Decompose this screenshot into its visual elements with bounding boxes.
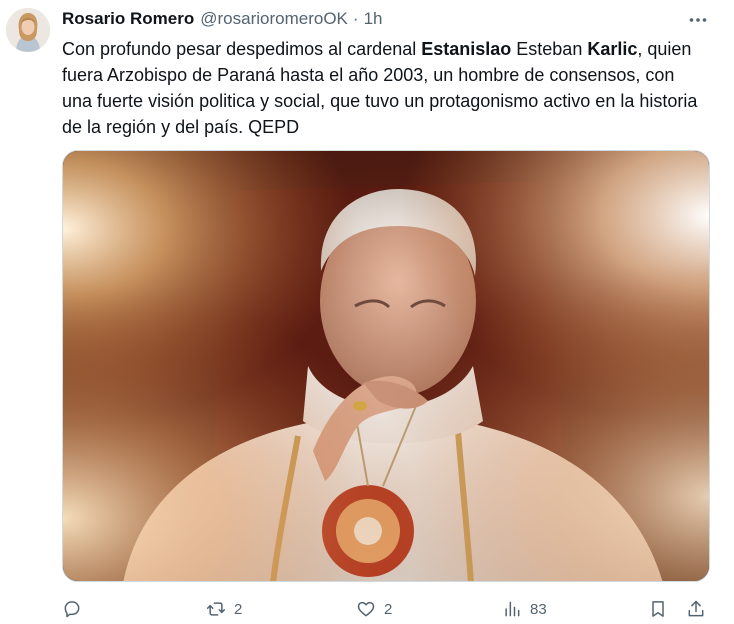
- tweet-text-part: Con profundo pesar despedimos al cardena…: [62, 39, 422, 59]
- bookmark-icon: [652, 601, 664, 617]
- tweet-media-image[interactable]: [62, 150, 710, 582]
- more-horizontal-icon[interactable]: [686, 8, 710, 32]
- views-button[interactable]: 83: [502, 594, 547, 624]
- tweet-text-bold: Karlic: [587, 39, 638, 59]
- share-icon: [688, 600, 704, 617]
- reply-icon: [64, 601, 80, 618]
- retweet-count: 2: [234, 600, 243, 618]
- retweet-button[interactable]: 2: [206, 594, 242, 624]
- views-chart-icon: [505, 601, 520, 617]
- like-count: 2: [384, 600, 393, 618]
- separator-dot: ·: [352, 9, 359, 28]
- heart-icon: [357, 601, 375, 617]
- views-count: 83: [530, 600, 547, 618]
- tweet-header: Rosario Romero @rosarioromeroOK · 1h: [62, 8, 714, 30]
- tweet-text: Con profundo pesar despedimos al cardena…: [62, 36, 702, 140]
- avatar[interactable]: [6, 8, 50, 52]
- share-button[interactable]: [686, 594, 706, 624]
- tweet-time[interactable]: 1h: [364, 9, 383, 29]
- bookmark-button[interactable]: [648, 594, 668, 624]
- author-handle[interactable]: @rosarioromeroOK: [200, 9, 348, 29]
- cardinal-portrait-photo: [63, 151, 709, 581]
- retweet-icon: [206, 602, 226, 616]
- author-name[interactable]: Rosario Romero: [62, 9, 194, 29]
- tweet-card[interactable]: Rosario Romero @rosarioromeroOK · 1h Con…: [0, 0, 734, 624]
- like-button[interactable]: 2: [356, 594, 392, 624]
- tweet-text-bold: Estanislao: [421, 39, 512, 59]
- tweet-text-part: Esteban: [511, 39, 588, 59]
- reply-button[interactable]: [62, 594, 90, 624]
- tweet-actions: 2 2 83: [62, 594, 718, 624]
